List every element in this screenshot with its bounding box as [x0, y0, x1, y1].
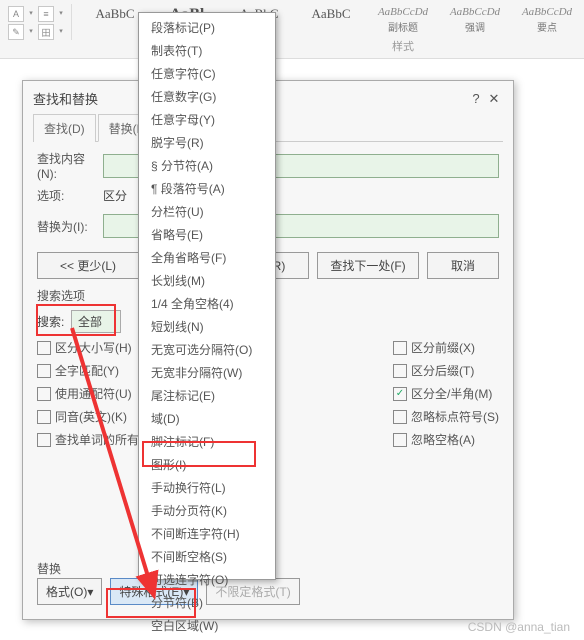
- find-next-button[interactable]: 查找下一处(F): [317, 252, 419, 279]
- menu-item[interactable]: 段落标记(P): [139, 16, 275, 39]
- replace-section-label: 替换: [37, 560, 61, 577]
- replace-label: 替换为(I):: [37, 218, 103, 235]
- mini-tools: A▾≡▾ ✎▾田▾: [8, 4, 72, 40]
- menu-item[interactable]: 分栏符(U): [139, 200, 275, 223]
- menu-item[interactable]: 省略号(E): [139, 223, 275, 246]
- format-button[interactable]: 格式(O)▾: [37, 578, 102, 605]
- chevron-down-icon[interactable]: ▾: [57, 24, 65, 38]
- menu-item[interactable]: 脱字号(R): [139, 131, 275, 154]
- menu-item[interactable]: 全角省略号(F): [139, 246, 275, 269]
- find-label: 查找内容(N):: [37, 150, 103, 181]
- checkbox-option[interactable]: 区分前缀(X): [393, 339, 499, 356]
- dialog-title: 查找和替换: [33, 89, 98, 108]
- ribbon: A▾≡▾ ✎▾田▾ AaBbCAaBlAaBbCAaBbCAaBbCcDd副标题…: [0, 0, 584, 59]
- menu-item[interactable]: 短划线(N): [139, 315, 275, 338]
- options-label: 选项:: [37, 187, 103, 204]
- less-button[interactable]: << 更少(L): [37, 252, 139, 279]
- menu-item[interactable]: § 分节符(A): [139, 154, 275, 177]
- style-item[interactable]: AaBbC: [296, 4, 366, 36]
- chevron-down-icon[interactable]: ▾: [27, 24, 35, 38]
- checkbox-option[interactable]: ✓区分全/半角(M): [393, 385, 499, 402]
- checkbox-option[interactable]: 忽略空格(A): [393, 431, 499, 448]
- checkbox-option[interactable]: 忽略标点符号(S): [393, 408, 499, 425]
- special-format-menu[interactable]: 段落标记(P)制表符(T)任意字符(C)任意数字(G)任意字母(Y)脱字号(R)…: [138, 12, 276, 580]
- menu-item[interactable]: 手动换行符(L): [139, 476, 275, 499]
- help-icon[interactable]: ?: [467, 91, 485, 106]
- menu-item[interactable]: ¶ 段落符号(A): [139, 177, 275, 200]
- search-scope-select[interactable]: 全部: [71, 310, 121, 333]
- watermark: CSDN @anna_tian: [468, 620, 570, 634]
- menu-item[interactable]: 图形(I): [139, 453, 275, 476]
- options-right: 区分前缀(X) 区分后缀(T) ✓区分全/半角(M) 忽略标点符号(S) 忽略空格(A): [393, 339, 499, 448]
- tool-icon[interactable]: ✎: [8, 24, 24, 40]
- menu-item[interactable]: 任意字符(C): [139, 62, 275, 85]
- search-scope-label: 搜索:: [37, 313, 71, 330]
- menu-item[interactable]: 长划线(M): [139, 269, 275, 292]
- style-item[interactable]: AaBbCcDd要点: [512, 4, 582, 36]
- menu-item[interactable]: 空白区域(W): [139, 614, 275, 637]
- tool-icon[interactable]: ≡: [38, 6, 54, 22]
- menu-item[interactable]: 任意字母(Y): [139, 108, 275, 131]
- tool-icon[interactable]: A: [8, 6, 24, 22]
- menu-item[interactable]: 1/4 全角空格(4): [139, 292, 275, 315]
- menu-item[interactable]: 手动分页符(K): [139, 499, 275, 522]
- menu-item[interactable]: 域(D): [139, 407, 275, 430]
- menu-item[interactable]: 不间断连字符(H): [139, 522, 275, 545]
- menu-item[interactable]: 分节符(B): [139, 591, 275, 614]
- menu-item[interactable]: 不间断空格(S): [139, 545, 275, 568]
- menu-item[interactable]: 无宽非分隔符(W): [139, 361, 275, 384]
- chevron-down-icon[interactable]: ▾: [57, 6, 65, 20]
- tool-icon[interactable]: 田: [38, 24, 54, 40]
- menu-item[interactable]: 尾注标记(E): [139, 384, 275, 407]
- menu-item[interactable]: 无宽可选分隔符(O): [139, 338, 275, 361]
- style-item[interactable]: AaBbCcDd副标题: [368, 4, 438, 36]
- cancel-button[interactable]: 取消: [427, 252, 499, 279]
- checkbox-option[interactable]: 区分后缀(T): [393, 362, 499, 379]
- menu-item[interactable]: 制表符(T): [139, 39, 275, 62]
- chevron-down-icon[interactable]: ▾: [27, 6, 35, 20]
- options-value: 区分: [103, 187, 127, 204]
- close-icon[interactable]: ✕: [485, 91, 503, 107]
- style-item[interactable]: AaBbCcDd强调: [440, 4, 510, 36]
- tab-find[interactable]: 查找(D): [33, 114, 96, 142]
- menu-item[interactable]: 可选连字符(O): [139, 568, 275, 591]
- menu-item[interactable]: 任意数字(G): [139, 85, 275, 108]
- menu-item[interactable]: 脚注标记(F): [139, 430, 275, 453]
